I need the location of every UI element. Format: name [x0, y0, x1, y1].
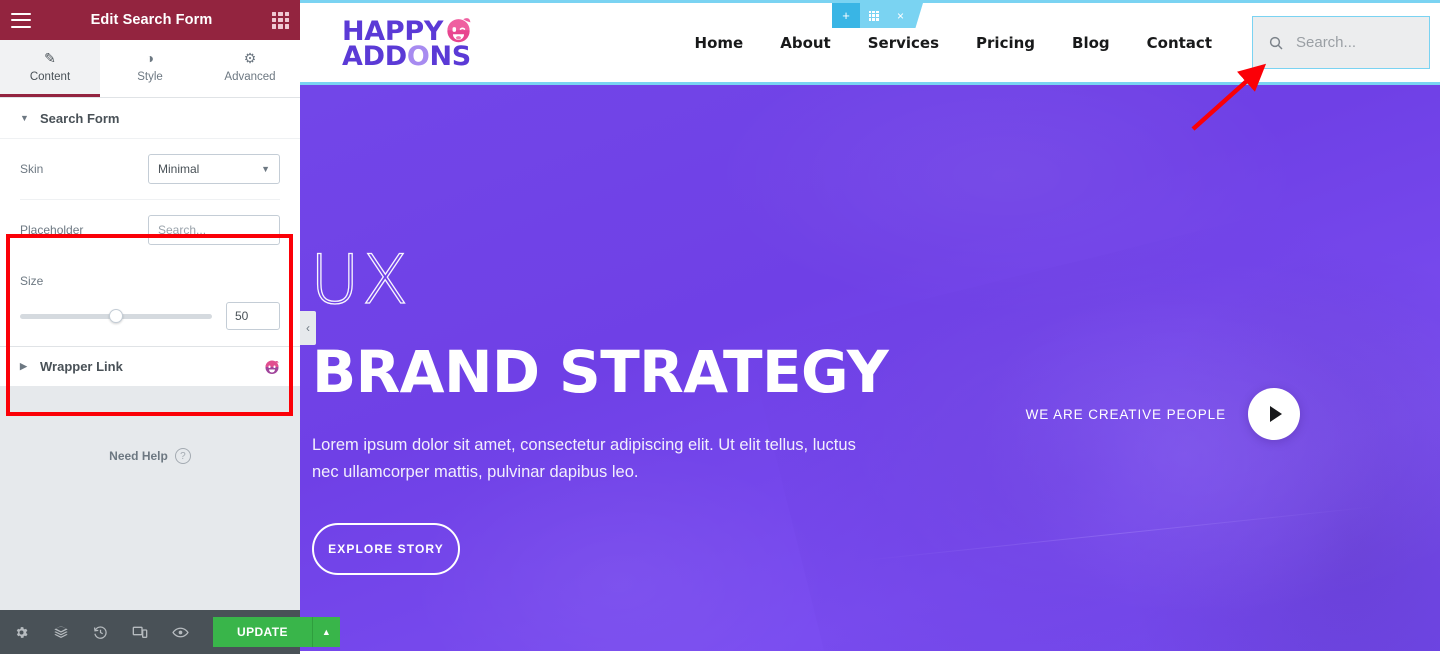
elementor-section-toolbar: + ×	[832, 3, 923, 28]
site-nav: Home About Services Pricing Blog Contact	[695, 34, 1212, 52]
hero-title: BRAND STRATEGY	[312, 338, 889, 406]
contrast-icon: ◑	[145, 50, 155, 66]
tab-content[interactable]: ✎ Content	[0, 40, 100, 97]
search-form-widget[interactable]: Search...	[1252, 16, 1430, 69]
panel-footer: UPDATE ▲	[0, 610, 340, 654]
size-slider[interactable]	[20, 309, 212, 323]
close-icon[interactable]: ×	[887, 3, 914, 28]
page-preview: HAPPY ADDONS Home About Services Pricing…	[300, 0, 1440, 654]
size-slider-handle[interactable]	[109, 309, 123, 323]
elementor-panel: Edit Search Form ✎ Content ◑ Style ⚙ Adv…	[0, 0, 340, 654]
hero-section: UX BRAND STRATEGY Lorem ipsum dolor sit …	[300, 85, 1440, 651]
explore-story-button[interactable]: EXPLORE STORY	[312, 523, 460, 575]
logo-line-2o: O	[406, 40, 430, 72]
update-button-group: UPDATE ▲	[213, 617, 340, 647]
responsive-mode-icon[interactable]	[132, 624, 148, 640]
happy-addons-icon	[264, 359, 280, 375]
tab-style[interactable]: ◑ Style	[100, 40, 200, 97]
panel-tabs: ✎ Content ◑ Style ⚙ Advanced	[0, 40, 300, 98]
hero-paragraph: Lorem ipsum dolor sit amet, consectetur …	[312, 436, 856, 481]
question-circle-icon: ?	[174, 448, 191, 464]
grid-icon[interactable]	[271, 11, 289, 29]
section-wrapper-link-title: Wrapper Link	[40, 359, 123, 374]
placeholder-label: Placeholder	[20, 223, 84, 237]
nav-item-home[interactable]: Home	[695, 34, 744, 52]
section-search-form-title: Search Form	[40, 110, 120, 126]
gear-icon: ⚙	[243, 50, 257, 66]
creative-people-row: WE ARE CREATIVE PEOPLE	[1026, 388, 1300, 440]
panel-title: Edit Search Form	[90, 12, 213, 28]
history-icon[interactable]	[93, 625, 108, 640]
control-placeholder: Placeholder	[20, 200, 280, 260]
logo-line-2a: ADD	[342, 40, 407, 72]
control-size: Size	[20, 260, 280, 346]
skin-label: Skin	[20, 162, 44, 176]
drag-handle-icon[interactable]	[860, 3, 887, 28]
chevron-down-icon: ▼	[261, 164, 270, 174]
play-icon[interactable]	[1248, 388, 1300, 440]
site-header: HAPPY ADDONS Home About Services Pricing…	[300, 0, 1440, 85]
size-slider-row	[20, 302, 280, 330]
panel-header: Edit Search Form	[0, 0, 300, 40]
layers-icon[interactable]	[53, 624, 69, 640]
chevron-right-icon: ▶	[20, 361, 27, 371]
nav-item-about[interactable]: About	[780, 34, 831, 52]
logo-line-2b: NS	[429, 40, 471, 72]
skin-select[interactable]: Minimal ▼	[148, 154, 280, 184]
nav-item-services[interactable]: Services	[868, 34, 939, 52]
logo-line-2: ADDONS	[342, 40, 472, 72]
panel-collapse-handle[interactable]: ‹	[300, 311, 316, 345]
search-icon	[1268, 35, 1284, 51]
section-search-form-header[interactable]: ▼ Search Form	[0, 98, 300, 138]
preview-icon[interactable]	[172, 624, 189, 641]
skin-value: Minimal	[158, 162, 200, 176]
elementor-editor: Edit Search Form ✎ Content ◑ Style ⚙ Adv…	[0, 0, 1440, 654]
chevron-down-icon: ▼	[20, 113, 29, 123]
need-help-label: Need Help	[109, 449, 168, 463]
nav-item-pricing[interactable]: Pricing	[976, 34, 1035, 52]
need-help-button[interactable]: Need Help ?	[0, 448, 300, 464]
search-placeholder: Search...	[1296, 34, 1357, 51]
happy-face-icon	[445, 16, 472, 43]
tab-content-label: Content	[29, 71, 71, 83]
control-skin: Skin Minimal ▼	[20, 139, 280, 200]
placeholder-input[interactable]	[148, 215, 280, 245]
size-label: Size	[20, 274, 44, 288]
hamburger-icon[interactable]	[11, 12, 31, 28]
update-options-arrow[interactable]: ▲	[311, 617, 340, 647]
site-logo[interactable]: HAPPY ADDONS	[342, 16, 472, 72]
hero-eyebrow: UX	[309, 241, 411, 320]
tab-advanced[interactable]: ⚙ Advanced	[200, 40, 300, 97]
update-button[interactable]: UPDATE	[213, 617, 312, 647]
add-section-icon[interactable]: +	[832, 3, 860, 28]
nav-item-blog[interactable]: Blog	[1072, 34, 1110, 52]
nav-item-contact[interactable]: Contact	[1147, 34, 1212, 52]
section-wrapper-link-header[interactable]: ▶ Wrapper Link	[0, 346, 300, 386]
panel-body: ▼ Search Form Skin Minimal ▼ Placeholder…	[0, 98, 300, 610]
search-form-controls: Skin Minimal ▼ Placeholder Size	[0, 138, 300, 346]
pencil-icon: ✎	[44, 50, 56, 66]
tab-advanced-label: Advanced	[224, 71, 276, 83]
creative-people-label: WE ARE CREATIVE PEOPLE	[1025, 406, 1226, 422]
tab-style-label: Style	[137, 71, 163, 83]
settings-icon[interactable]	[14, 625, 29, 640]
size-number-input[interactable]	[226, 302, 280, 330]
